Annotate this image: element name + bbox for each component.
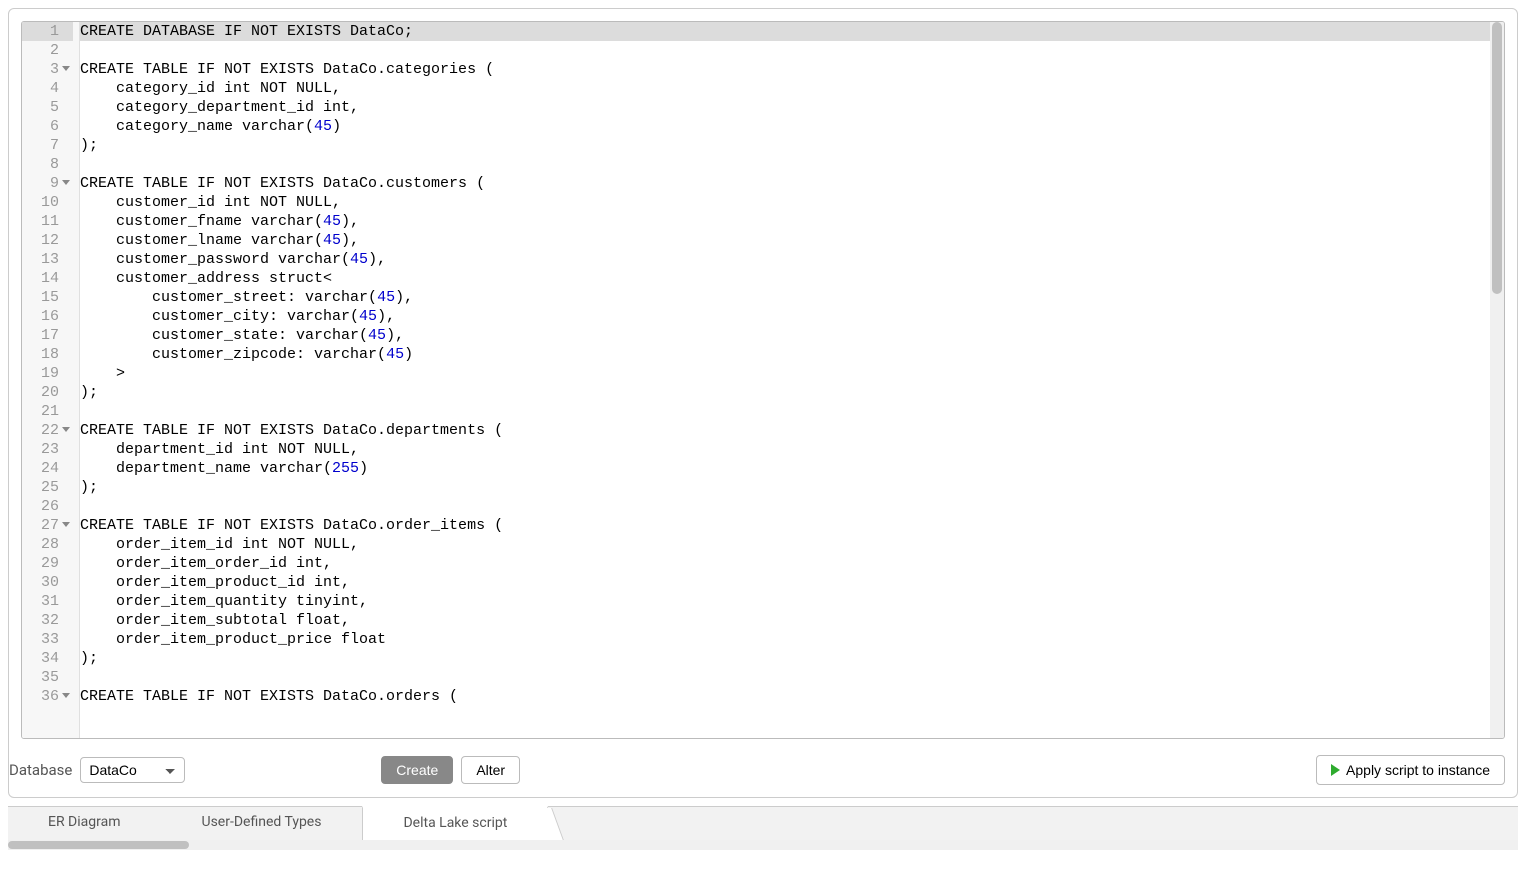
code-line[interactable]: category_id int NOT NULL, (80, 79, 1504, 98)
code-line[interactable]: ); (80, 478, 1504, 497)
database-label: Database (9, 761, 72, 779)
code-line[interactable]: customer_city: varchar(45), (80, 307, 1504, 326)
code-line[interactable]: CREATE DATABASE IF NOT EXISTS DataCo; (80, 22, 1504, 41)
line-number: 17 (22, 326, 73, 345)
tab-er-diagram[interactable]: ER Diagram (8, 807, 162, 840)
line-number: 15 (22, 288, 73, 307)
code-line[interactable]: customer_id int NOT NULL, (80, 193, 1504, 212)
line-number: 24 (22, 459, 73, 478)
code-line[interactable]: customer_password varchar(45), (80, 250, 1504, 269)
line-number: 31 (22, 592, 73, 611)
main-panel: 1234567891011121314151617181920212223242… (8, 8, 1518, 798)
line-number: 32 (22, 611, 73, 630)
vertical-scrollbar[interactable] (1490, 22, 1504, 738)
line-gutter: 1234567891011121314151617181920212223242… (22, 22, 80, 738)
code-line[interactable] (80, 668, 1504, 687)
code-line[interactable]: ); (80, 649, 1504, 668)
line-number: 25 (22, 478, 73, 497)
alter-button[interactable]: Alter (461, 756, 520, 784)
code-editor[interactable]: 1234567891011121314151617181920212223242… (21, 21, 1505, 739)
tab-strip: ER Diagram User-Defined Types Delta Lake… (8, 806, 1518, 840)
line-number: 3 (22, 60, 73, 79)
line-number: 23 (22, 440, 73, 459)
code-line[interactable]: department_id int NOT NULL, (80, 440, 1504, 459)
code-line[interactable]: > (80, 364, 1504, 383)
code-line[interactable]: ); (80, 136, 1504, 155)
apply-script-label: Apply script to instance (1346, 762, 1490, 778)
line-number: 10 (22, 193, 73, 212)
code-line[interactable]: customer_address struct< (80, 269, 1504, 288)
code-line[interactable]: CREATE TABLE IF NOT EXISTS DataCo.order_… (80, 516, 1504, 535)
hscroll-thumb[interactable] (8, 841, 189, 849)
line-number: 9 (22, 174, 73, 193)
code-line[interactable]: customer_street: varchar(45), (80, 288, 1504, 307)
line-number: 20 (22, 383, 73, 402)
bottom-toolbar: Database DataCo Create Alter Apply scrip… (9, 747, 1517, 797)
code-line[interactable]: order_item_product_id int, (80, 573, 1504, 592)
scrollbar-thumb[interactable] (1492, 22, 1502, 294)
tab-delta-lake-script[interactable]: Delta Lake script (362, 806, 548, 840)
line-number: 19 (22, 364, 73, 383)
code-line[interactable]: department_name varchar(255) (80, 459, 1504, 478)
line-number: 7 (22, 136, 73, 155)
line-number: 4 (22, 79, 73, 98)
line-number: 22 (22, 421, 73, 440)
line-number: 33 (22, 630, 73, 649)
line-number: 14 (22, 269, 73, 288)
code-line[interactable]: CREATE TABLE IF NOT EXISTS DataCo.orders… (80, 687, 1504, 706)
code-line[interactable]: order_item_id int NOT NULL, (80, 535, 1504, 554)
horizontal-scrollbar[interactable] (8, 840, 1518, 850)
line-number: 13 (22, 250, 73, 269)
code-line[interactable]: order_item_order_id int, (80, 554, 1504, 573)
line-number: 16 (22, 307, 73, 326)
code-line[interactable]: CREATE TABLE IF NOT EXISTS DataCo.catego… (80, 60, 1504, 79)
code-line[interactable] (80, 402, 1504, 421)
line-number: 28 (22, 535, 73, 554)
code-line[interactable]: customer_lname varchar(45), (80, 231, 1504, 250)
line-number: 12 (22, 231, 73, 250)
line-number: 2 (22, 41, 73, 60)
line-number: 34 (22, 649, 73, 668)
line-number: 27 (22, 516, 73, 535)
line-number: 6 (22, 117, 73, 136)
code-line[interactable] (80, 155, 1504, 174)
database-select[interactable]: DataCo (80, 757, 185, 783)
code-line[interactable]: category_department_id int, (80, 98, 1504, 117)
code-line[interactable] (80, 497, 1504, 516)
line-number: 29 (22, 554, 73, 573)
line-number: 35 (22, 668, 73, 687)
code-line[interactable]: customer_zipcode: varchar(45) (80, 345, 1504, 364)
code-line[interactable]: order_item_quantity tinyint, (80, 592, 1504, 611)
line-number: 11 (22, 212, 73, 231)
line-number: 1 (22, 22, 73, 41)
line-number: 26 (22, 497, 73, 516)
tab-user-defined-types[interactable]: User-Defined Types (162, 807, 363, 840)
code-area[interactable]: CREATE DATABASE IF NOT EXISTS DataCo; CRE… (80, 22, 1504, 738)
line-number: 36 (22, 687, 73, 706)
play-icon (1331, 764, 1340, 776)
code-line[interactable]: CREATE TABLE IF NOT EXISTS DataCo.custom… (80, 174, 1504, 193)
line-number: 21 (22, 402, 73, 421)
line-number: 30 (22, 573, 73, 592)
create-button[interactable]: Create (381, 756, 453, 784)
line-number: 8 (22, 155, 73, 174)
code-line[interactable]: CREATE TABLE IF NOT EXISTS DataCo.depart… (80, 421, 1504, 440)
code-line[interactable]: ); (80, 383, 1504, 402)
line-number: 5 (22, 98, 73, 117)
code-line[interactable]: order_item_product_price float (80, 630, 1504, 649)
code-line[interactable]: customer_state: varchar(45), (80, 326, 1504, 345)
line-number: 18 (22, 345, 73, 364)
code-line[interactable]: order_item_subtotal float, (80, 611, 1504, 630)
apply-script-button[interactable]: Apply script to instance (1316, 755, 1505, 785)
code-line[interactable] (80, 41, 1504, 60)
code-line[interactable]: category_name varchar(45) (80, 117, 1504, 136)
code-line[interactable]: customer_fname varchar(45), (80, 212, 1504, 231)
